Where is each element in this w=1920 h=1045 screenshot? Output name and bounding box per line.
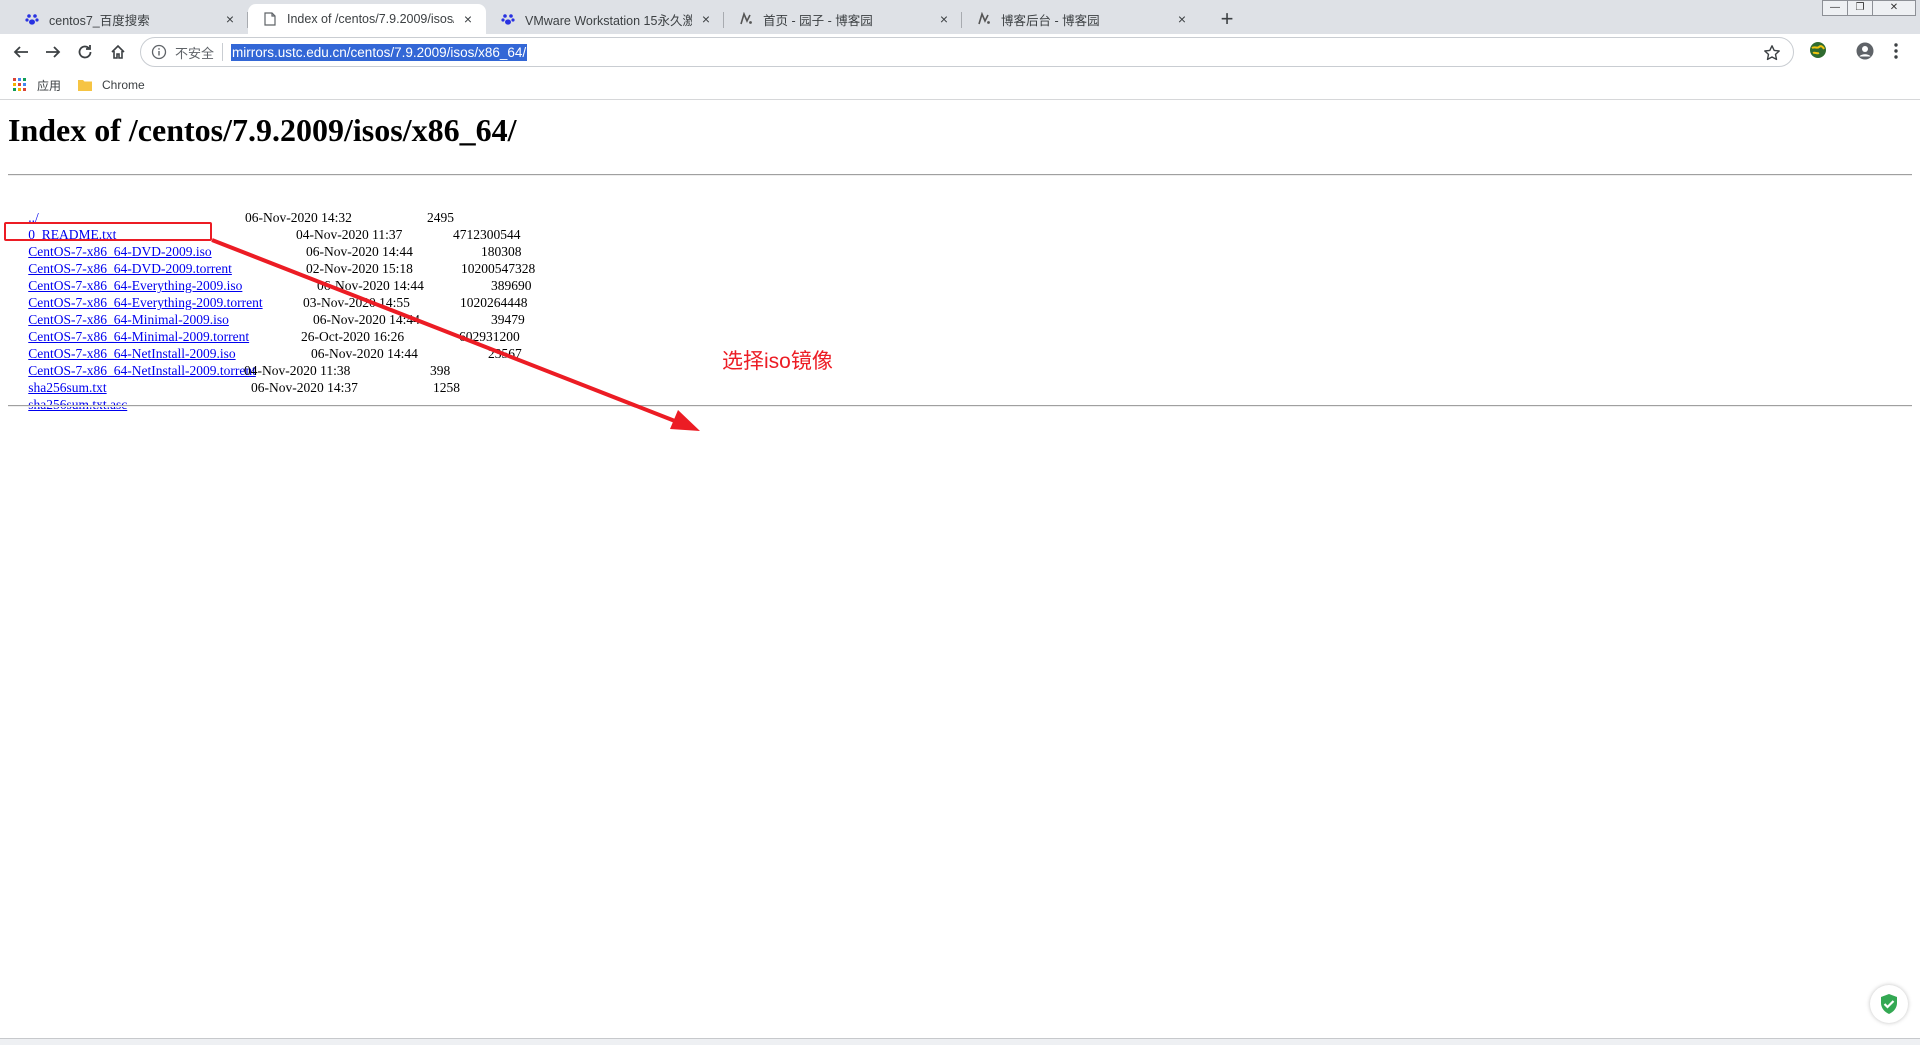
tab-cnblogs-admin[interactable]: 博客后台 - 博客园 × xyxy=(962,4,1200,34)
arrow-left-icon xyxy=(13,46,28,58)
file-size: 602931200 xyxy=(459,329,520,344)
tab-index-of-centos[interactable]: Index of /centos/7.9.2009/isos/x8 × xyxy=(248,4,486,34)
file-size: 23567 xyxy=(488,346,522,361)
list-item: ../ xyxy=(8,192,263,225)
close-icon[interactable]: × xyxy=(222,11,238,27)
file-date: 04-Nov-2020 11:38 xyxy=(244,363,351,378)
list-item: CentOS-7-x86_64-DVD-2009.torrent 06-Nov-… xyxy=(8,243,521,276)
apps-grid-icon xyxy=(13,78,26,91)
file-size: 389690 xyxy=(491,278,532,293)
file-date: 06-Nov-2020 14:44 xyxy=(306,244,413,259)
address-divider xyxy=(222,43,224,61)
address-bar[interactable]: 不安全 mirrors.ustc.edu.cn/centos/7.9.2009/… xyxy=(140,37,1794,67)
new-tab-button[interactable]: + xyxy=(1214,6,1240,32)
tab-title: 首页 - 园子 - 博客园 xyxy=(763,13,873,28)
tab-title: 博客后台 - 博客园 xyxy=(1001,13,1100,28)
cnblogs-icon xyxy=(738,11,754,27)
paw-icon xyxy=(500,11,516,27)
star-icon[interactable] xyxy=(1763,44,1781,62)
file-date: 26-Oct-2020 16:26 xyxy=(301,329,405,344)
file-date: 06-Nov-2020 14:32 xyxy=(245,210,352,225)
reload-button[interactable] xyxy=(73,40,97,64)
file-size: 398 xyxy=(430,363,451,378)
page-title: Index of /centos/7.9.2009/isos/x86_64/ xyxy=(8,112,517,148)
top-divider xyxy=(8,174,1912,176)
folder-icon xyxy=(78,80,92,91)
profile-avatar-icon[interactable] xyxy=(1855,41,1875,61)
bottom-divider xyxy=(8,405,1912,407)
file-date: 04-Nov-2020 11:37 xyxy=(296,227,403,242)
security-label: 不安全 xyxy=(175,45,215,61)
browser-toolbar: 不安全 mirrors.ustc.edu.cn/centos/7.9.2009/… xyxy=(0,34,1920,70)
page-content: Index of /centos/7.9.2009/isos/x86_64/ .… xyxy=(0,100,1920,1020)
tab-title: Index of /centos/7.9.2009/isos/x8 xyxy=(287,12,454,26)
page-icon xyxy=(262,11,278,27)
highlight-box xyxy=(4,222,212,241)
file-date: 02-Nov-2020 15:18 xyxy=(306,261,413,276)
close-icon[interactable]: × xyxy=(936,11,952,27)
minimize-button[interactable]: — xyxy=(1822,0,1848,16)
home-icon xyxy=(111,44,125,59)
url-text[interactable]: mirrors.ustc.edu.cn/centos/7.9.2009/isos… xyxy=(231,43,528,61)
forward-button[interactable] xyxy=(41,40,65,64)
reload-icon xyxy=(78,45,92,59)
bookmark-label: Chrome xyxy=(102,78,145,92)
tab-title: centos7_百度搜索 xyxy=(49,13,150,28)
tab-cnblogs-home[interactable]: 首页 - 园子 - 博客园 × xyxy=(724,4,962,34)
arrow-right-icon xyxy=(46,46,61,58)
tab-title: VMware Workstation 15永久激活 xyxy=(525,13,692,28)
file-date: 06-Nov-2020 14:44 xyxy=(311,346,418,361)
list-item: CentOS-7-x86_64-Minimal-2009.torrent 06-… xyxy=(8,311,525,344)
more-vert-icon[interactable] xyxy=(1892,41,1900,61)
bookmark-apps[interactable]: 应用 xyxy=(13,76,61,94)
tab-vmware-workstation[interactable]: VMware Workstation 15永久激活 × xyxy=(486,4,724,34)
cnblogs-icon xyxy=(976,11,992,27)
file-size: 39479 xyxy=(491,312,525,327)
file-size: 1258 xyxy=(433,380,460,395)
file-size: 1020264448 xyxy=(460,295,528,310)
list-item: CentOS-7-x86_64-Everything-2009.torrent … xyxy=(8,277,531,310)
file-date: 06-Nov-2020 14:44 xyxy=(317,278,424,293)
close-icon[interactable]: × xyxy=(460,11,476,27)
bookmark-chrome-folder[interactable]: Chrome xyxy=(78,76,145,94)
annotation-label: 选择iso镜像 xyxy=(722,350,833,373)
list-item: CentOS-7-x86_64-Everything-2009.iso 02-N… xyxy=(8,260,535,293)
shield-check-icon xyxy=(1881,994,1897,1014)
bookmark-label: 应用 xyxy=(37,78,62,93)
paw-icon xyxy=(24,11,40,27)
extension-globe-icon[interactable] xyxy=(1808,40,1828,60)
close-icon[interactable]: × xyxy=(698,11,714,27)
file-date: 03-Nov-2020 14:55 xyxy=(303,295,410,310)
file-date: 06-Nov-2020 14:37 xyxy=(251,380,358,395)
tab-strip: centos7_百度搜索 × Index of /centos/7.9.2009… xyxy=(0,0,1920,34)
tab-baidu-search[interactable]: centos7_百度搜索 × xyxy=(10,4,248,34)
file-size: 2495 xyxy=(427,210,454,225)
close-icon[interactable]: × xyxy=(1174,11,1190,27)
list-item: sha256sum.txt 04-Nov-2020 11:38 398 xyxy=(8,362,450,395)
list-item: CentOS-7-x86_64-Minimal-2009.iso 03-Nov-… xyxy=(8,294,527,327)
file-size: 10200547328 xyxy=(461,261,536,276)
file-size: 180308 xyxy=(481,244,522,259)
file-size: 4712300544 xyxy=(453,227,521,242)
restore-button[interactable]: ❐ xyxy=(1847,0,1873,16)
bookmarks-bar: 应用 Chrome xyxy=(0,70,1920,100)
back-button[interactable] xyxy=(9,40,33,64)
home-button[interactable] xyxy=(106,40,130,64)
list-item: CentOS-7-x86_64-NetInstall-2009.torrent … xyxy=(8,345,522,378)
list-item: sha256sum.txt.asc 06-Nov-2020 14:37 1258 xyxy=(8,379,460,412)
info-icon[interactable] xyxy=(151,44,167,60)
file-date: 06-Nov-2020 14:44 xyxy=(313,312,420,327)
window-close-button[interactable]: ✕ xyxy=(1872,0,1916,16)
list-item: CentOS-7-x86_64-NetInstall-2009.iso 26-O… xyxy=(8,328,520,361)
security-shield-button[interactable] xyxy=(1870,985,1908,1023)
